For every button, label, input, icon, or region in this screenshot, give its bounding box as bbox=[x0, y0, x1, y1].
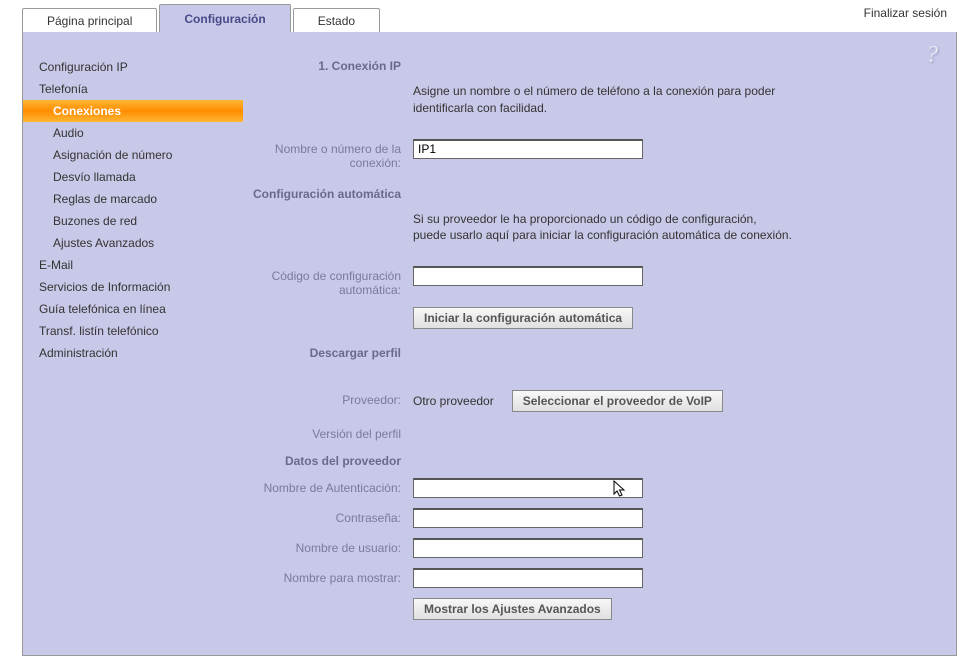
top-tab-bar: Página principal Configuración Estado Fi… bbox=[0, 0, 959, 32]
display-name-label: Nombre para mostrar: bbox=[253, 568, 413, 588]
nav-call-divert[interactable]: Desvío llamada bbox=[23, 166, 243, 188]
username-input[interactable] bbox=[413, 538, 643, 558]
nav-info-services[interactable]: Servicios de Información bbox=[23, 276, 243, 298]
logout-link[interactable]: Finalizar sesión bbox=[864, 6, 947, 20]
select-voip-provider-button[interactable]: Seleccionar el proveedor de VoIP bbox=[512, 390, 723, 412]
auth-name-input[interactable] bbox=[413, 478, 643, 498]
profile-version-label: Versión del perfil bbox=[253, 424, 413, 441]
auto-config-section-title: Configuración automática bbox=[253, 184, 413, 201]
nav-network-mailboxes[interactable]: Buzones de red bbox=[23, 210, 243, 232]
auto-config-code-label: Código de configuración automática: bbox=[253, 266, 413, 297]
nav-online-phonebook[interactable]: Guía telefónica en línea bbox=[23, 298, 243, 320]
nav-telephony[interactable]: Telefonía bbox=[23, 78, 243, 100]
start-auto-config-button[interactable]: Iniciar la configuración automática bbox=[413, 307, 633, 329]
password-label: Contraseña: bbox=[253, 508, 413, 528]
content-area: ? Configuración IP Telefonía Conexiones … bbox=[22, 32, 957, 656]
connection-name-input[interactable] bbox=[413, 139, 643, 159]
sidebar: Configuración IP Telefonía Conexiones Au… bbox=[23, 32, 243, 655]
main-content: 1. Conexión IP Asigne un nombre o el núm… bbox=[243, 32, 956, 655]
tab-home[interactable]: Página principal bbox=[22, 8, 157, 32]
name-description: Asigne un nombre o el número de teléfono… bbox=[413, 83, 793, 117]
nav-number-assignment[interactable]: Asignación de número bbox=[23, 144, 243, 166]
nav-ip-config[interactable]: Configuración IP bbox=[23, 56, 243, 78]
nav-advanced-settings[interactable]: Ajustes Avanzados bbox=[23, 232, 243, 254]
provider-value: Otro proveedor bbox=[413, 394, 494, 408]
display-name-input[interactable] bbox=[413, 568, 643, 588]
tab-config[interactable]: Configuración bbox=[159, 4, 290, 32]
provider-label: Proveedor: bbox=[253, 390, 413, 412]
download-profile-section-title: Descargar perfil bbox=[253, 343, 413, 360]
nav-connections[interactable]: Conexiones bbox=[23, 100, 243, 122]
help-icon[interactable]: ? bbox=[926, 42, 946, 68]
nav-email[interactable]: E-Mail bbox=[23, 254, 243, 276]
nav-administration[interactable]: Administración bbox=[23, 342, 243, 364]
auto-config-description: Si su proveedor le ha proporcionado un c… bbox=[413, 211, 793, 245]
username-label: Nombre de usuario: bbox=[253, 538, 413, 558]
nav-audio[interactable]: Audio bbox=[23, 122, 243, 144]
provider-data-section-title: Datos del proveedor bbox=[253, 451, 413, 468]
connection-name-label: Nombre o número de la conexión: bbox=[253, 139, 413, 170]
tab-status[interactable]: Estado bbox=[293, 8, 380, 32]
password-input[interactable] bbox=[413, 508, 643, 528]
nav-dialing-rules[interactable]: Reglas de marcado bbox=[23, 188, 243, 210]
nav-phonebook-transfer[interactable]: Transf. listín telefónico bbox=[23, 320, 243, 342]
auth-name-label: Nombre de Autenticación: bbox=[253, 478, 413, 498]
section-ip-connection-title: 1. Conexión IP bbox=[253, 56, 413, 73]
profile-version-value bbox=[413, 424, 936, 441]
show-advanced-button[interactable]: Mostrar los Ajustes Avanzados bbox=[413, 598, 612, 620]
auto-config-code-input[interactable] bbox=[413, 266, 643, 286]
